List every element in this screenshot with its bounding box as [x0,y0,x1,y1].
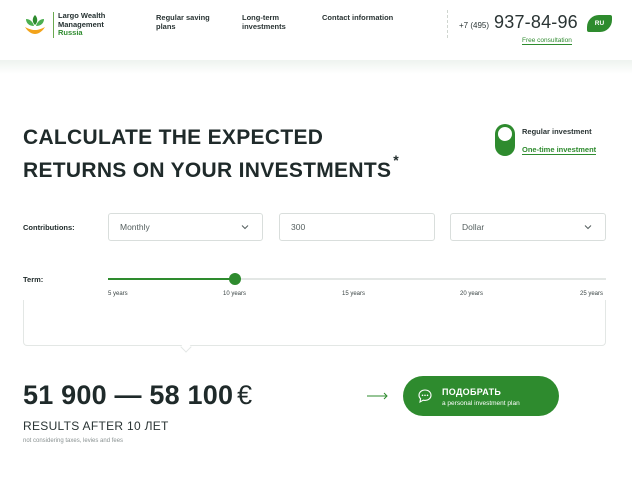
nav-label-line: plans [156,22,176,31]
term-label: Term: [23,275,44,284]
header-shadow [0,60,632,74]
frequency-select[interactable]: Monthly [108,213,263,241]
free-consultation-link[interactable]: Free consultation [522,37,572,45]
nav-label-line: Long-term [242,13,280,22]
nav-label-line: investments [242,22,286,31]
title-line-1: CALCULATE THE EXPECTED [23,126,324,149]
language-switcher[interactable]: RU [587,15,612,32]
result-amount: 51 900 — 58 100 € [23,380,252,411]
mode-option-one-time[interactable]: One-time investment [522,145,597,155]
nav-long-term-investments[interactable]: Long-term investments [242,13,286,31]
results-caption: RESULTS AFTER 10 ЛЕТ [23,419,169,433]
brand-name: Largo Wealth Management Russia [58,11,105,38]
phone-number[interactable]: +7 (495) 937-84-96 [459,12,578,33]
results-note: not considering taxes, levies and fees [23,438,124,444]
term-slider-track[interactable] [108,273,606,285]
site-header: Largo Wealth Management Russia Regular s… [0,0,632,60]
term-slider-thumb[interactable] [229,273,241,285]
result-currency: € [237,380,253,410]
currency-value: Dollar [462,222,485,232]
title-line-2-text: RETURNS ON YOUR INVESTMENTS [23,159,392,182]
header-divider [447,10,448,38]
term-tick-25[interactable]: 25 years [580,291,603,297]
chat-bubble-icon [418,389,432,404]
cta-title: ПОДОБРАТЬ [442,387,502,397]
contributions-label: Contributions: [23,223,75,232]
logo[interactable]: Largo Wealth Management Russia [23,11,105,38]
nav-contact-information[interactable]: Contact information [322,13,393,22]
chevron-down-icon [241,225,249,230]
personal-plan-button[interactable]: ПОДОБРАТЬ a personal investment plan [403,376,559,416]
brand-line-3: Russia [58,28,83,38]
investment-mode-toggle[interactable] [495,124,515,156]
phone-prefix: +7 (495) [459,21,490,30]
amount-value: 300 [291,222,306,232]
cta-subtitle: a personal investment plan [442,400,520,407]
result-range: 51 900 — 58 100 [23,380,234,410]
nav-regular-saving-plans[interactable]: Regular saving plans [156,13,210,31]
term-tick-20[interactable]: 20 years [460,291,483,297]
title-line-2: RETURNS ON YOUR INVESTMENTS * [23,151,399,184]
calculator-title: CALCULATE THE EXPECTED RETURNS ON YOUR I… [23,125,399,184]
toggle-knob [498,127,512,141]
title-footnote-mark: * [393,152,399,168]
leaf-logo-icon [25,15,45,34]
arrow-right-icon [367,392,388,400]
currency-select[interactable]: Dollar [450,213,606,241]
term-tick-15[interactable]: 15 years [342,291,365,297]
term-slider-fill [108,278,235,280]
nav-label-line: Regular saving [156,13,210,22]
mode-option-regular[interactable]: Regular investment [522,127,592,136]
nav-label-line: Contact information [322,13,394,22]
result-box-border [23,300,606,346]
amount-input[interactable]: 300 [279,213,435,241]
chevron-down-icon [584,225,592,230]
logo-divider [53,12,54,38]
term-tick-5[interactable]: 5 years [108,291,128,297]
term-tick-10[interactable]: 10 years [223,291,246,297]
phone-main: 937-84-96 [494,12,578,32]
frequency-value: Monthly [120,222,150,232]
